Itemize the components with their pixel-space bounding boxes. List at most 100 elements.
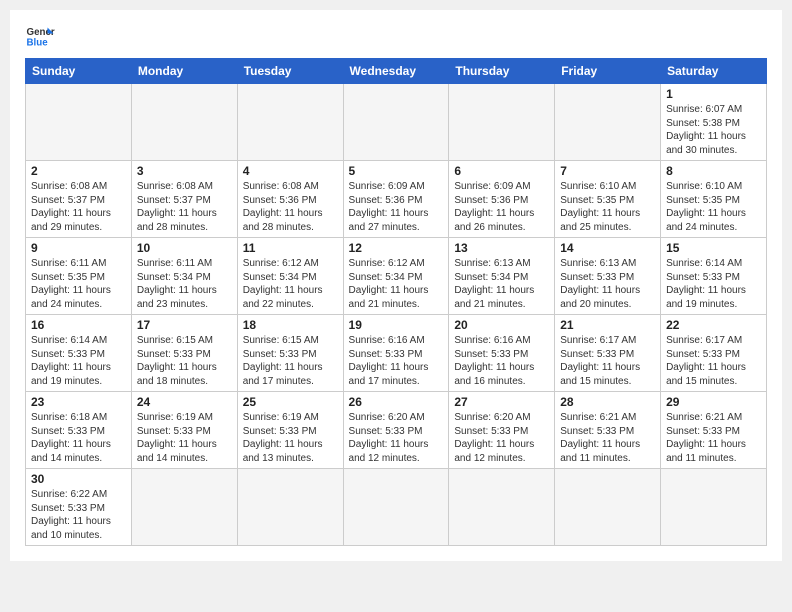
calendar-cell: 25Sunrise: 6:19 AMSunset: 5:33 PMDayligh… [237, 392, 343, 469]
day-info: Sunrise: 6:13 AMSunset: 5:33 PMDaylight:… [560, 257, 655, 311]
day-number: 28 [560, 395, 655, 409]
day-info: Sunrise: 6:12 AMSunset: 5:34 PMDaylight:… [349, 257, 444, 311]
day-info: Sunrise: 6:17 AMSunset: 5:33 PMDaylight:… [560, 334, 655, 388]
day-info: Sunrise: 6:09 AMSunset: 5:36 PMDaylight:… [454, 180, 549, 234]
weekday-tuesday: Tuesday [237, 59, 343, 84]
day-number: 4 [243, 164, 338, 178]
calendar-cell: 12 Sunrise: 6:12 AMSunset: 5:34 PMDayligh… [343, 238, 449, 315]
calendar-cell: 24 Sunrise: 6:19 AMSunset: 5:33 PMDayligh… [131, 392, 237, 469]
calendar-cell: 8Sunrise: 6:10 AMSunset: 5:35 PMDaylight… [661, 161, 767, 238]
calendar-cell: 20 Sunrise: 6:16 AMSunset: 5:33 PMDayligh… [449, 315, 555, 392]
calendar-cell: 30 Sunrise: 6:22 AMSunset: 5:33 PMDayligh… [26, 469, 132, 546]
calendar-cell [449, 84, 555, 161]
calendar-cell [131, 469, 237, 546]
calendar-cell [237, 84, 343, 161]
day-info: Sunrise: 6:16 AMSunset: 5:33 PMDaylight:… [349, 334, 444, 388]
calendar-cell [343, 84, 449, 161]
calendar-row: 16 Sunrise: 6:14 AMSunset: 5:33 PMDayligh… [26, 315, 767, 392]
day-info: Sunrise: 6:07 AMSunset: 5:38 PMDaylight:… [666, 103, 761, 157]
day-info: Sunrise: 6:21 AMSunset: 5:33 PMDaylight:… [560, 411, 655, 465]
calendar-cell: 18 Sunrise: 6:15 AMSunset: 5:33 PMDayligh… [237, 315, 343, 392]
day-number: 14 [560, 241, 655, 255]
calendar-cell: 2 Sunrise: 6:08 AMSunset: 5:37 PMDaylight… [26, 161, 132, 238]
day-info: Sunrise: 6:15 AMSunset: 5:33 PMDaylight:… [137, 334, 232, 388]
day-number: 22 [666, 318, 761, 332]
day-info: Sunrise: 6:17 AMSunset: 5:33 PMDaylight:… [666, 334, 761, 388]
page: General Blue SundayMondayTuesdayWednesda… [10, 10, 782, 561]
day-info: Sunrise: 6:11 AMSunset: 5:34 PMDaylight:… [137, 257, 232, 311]
day-number: 6 [454, 164, 549, 178]
logo: General Blue [25, 20, 55, 50]
calendar-row: 23 Sunrise: 6:18 AMSunset: 5:33 PMDayligh… [26, 392, 767, 469]
calendar-cell [343, 469, 449, 546]
svg-text:Blue: Blue [27, 38, 49, 49]
calendar-cell [555, 84, 661, 161]
calendar-cell [131, 84, 237, 161]
day-number: 19 [349, 318, 444, 332]
calendar-cell: 21Sunrise: 6:17 AMSunset: 5:33 PMDayligh… [555, 315, 661, 392]
calendar-cell: 26Sunrise: 6:20 AMSunset: 5:33 PMDayligh… [343, 392, 449, 469]
day-info: Sunrise: 6:10 AMSunset: 5:35 PMDaylight:… [560, 180, 655, 234]
day-number: 24 [137, 395, 232, 409]
day-number: 30 [31, 472, 126, 486]
calendar-cell: 22 Sunrise: 6:17 AMSunset: 5:33 PMDayligh… [661, 315, 767, 392]
weekday-thursday: Thursday [449, 59, 555, 84]
day-number: 16 [31, 318, 126, 332]
weekday-sunday: Sunday [26, 59, 132, 84]
calendar-cell [661, 469, 767, 546]
calendar-cell [26, 84, 132, 161]
day-info: Sunrise: 6:12 AMSunset: 5:34 PMDaylight:… [243, 257, 338, 311]
day-number: 3 [137, 164, 232, 178]
calendar-cell: 6 Sunrise: 6:09 AMSunset: 5:36 PMDaylight… [449, 161, 555, 238]
day-info: Sunrise: 6:19 AMSunset: 5:33 PMDaylight:… [243, 411, 338, 465]
day-info: Sunrise: 6:11 AMSunset: 5:35 PMDaylight:… [31, 257, 126, 311]
calendar-cell: 23 Sunrise: 6:18 AMSunset: 5:33 PMDayligh… [26, 392, 132, 469]
day-info: Sunrise: 6:14 AMSunset: 5:33 PMDaylight:… [31, 334, 126, 388]
day-number: 1 [666, 87, 761, 101]
day-number: 7 [560, 164, 655, 178]
day-number: 23 [31, 395, 126, 409]
day-info: Sunrise: 6:20 AMSunset: 5:33 PMDaylight:… [454, 411, 549, 465]
day-number: 26 [349, 395, 444, 409]
weekday-monday: Monday [131, 59, 237, 84]
day-number: 2 [31, 164, 126, 178]
day-info: Sunrise: 6:22 AMSunset: 5:33 PMDaylight:… [31, 488, 126, 542]
calendar-cell: 29Sunrise: 6:21 AMSunset: 5:33 PMDayligh… [661, 392, 767, 469]
generalblue-icon: General Blue [25, 20, 55, 50]
day-info: Sunrise: 6:08 AMSunset: 5:37 PMDaylight:… [31, 180, 126, 234]
calendar-cell [555, 469, 661, 546]
day-info: Sunrise: 6:18 AMSunset: 5:33 PMDaylight:… [31, 411, 126, 465]
day-info: Sunrise: 6:15 AMSunset: 5:33 PMDaylight:… [243, 334, 338, 388]
day-info: Sunrise: 6:10 AMSunset: 5:35 PMDaylight:… [666, 180, 761, 234]
calendar-cell: 11 Sunrise: 6:12 AMSunset: 5:34 PMDayligh… [237, 238, 343, 315]
day-number: 9 [31, 241, 126, 255]
calendar-cell: 19 Sunrise: 6:16 AMSunset: 5:33 PMDayligh… [343, 315, 449, 392]
calendar-cell: 15Sunrise: 6:14 AMSunset: 5:33 PMDayligh… [661, 238, 767, 315]
calendar-cell: 5 Sunrise: 6:09 AMSunset: 5:36 PMDaylight… [343, 161, 449, 238]
weekday-header-row: SundayMondayTuesdayWednesdayThursdayFrid… [26, 59, 767, 84]
calendar-cell: 9 Sunrise: 6:11 AMSunset: 5:35 PMDaylight… [26, 238, 132, 315]
calendar-cell: 4Sunrise: 6:08 AMSunset: 5:36 PMDaylight… [237, 161, 343, 238]
calendar-cell: 13Sunrise: 6:13 AMSunset: 5:34 PMDayligh… [449, 238, 555, 315]
header: General Blue [25, 20, 767, 50]
calendar-cell: 1 Sunrise: 6:07 AMSunset: 5:38 PMDaylight… [661, 84, 767, 161]
day-number: 27 [454, 395, 549, 409]
calendar-cell: 7 Sunrise: 6:10 AMSunset: 5:35 PMDaylight… [555, 161, 661, 238]
day-info: Sunrise: 6:19 AMSunset: 5:33 PMDaylight:… [137, 411, 232, 465]
day-info: Sunrise: 6:09 AMSunset: 5:36 PMDaylight:… [349, 180, 444, 234]
calendar-table: SundayMondayTuesdayWednesdayThursdayFrid… [25, 58, 767, 546]
calendar-row: 9 Sunrise: 6:11 AMSunset: 5:35 PMDaylight… [26, 238, 767, 315]
day-number: 12 [349, 241, 444, 255]
day-number: 20 [454, 318, 549, 332]
day-number: 11 [243, 241, 338, 255]
day-number: 13 [454, 241, 549, 255]
day-number: 10 [137, 241, 232, 255]
weekday-wednesday: Wednesday [343, 59, 449, 84]
calendar-row: 30 Sunrise: 6:22 AMSunset: 5:33 PMDayligh… [26, 469, 767, 546]
day-info: Sunrise: 6:16 AMSunset: 5:33 PMDaylight:… [454, 334, 549, 388]
day-number: 5 [349, 164, 444, 178]
day-number: 18 [243, 318, 338, 332]
calendar-cell: 28 Sunrise: 6:21 AMSunset: 5:33 PMDayligh… [555, 392, 661, 469]
calendar-row: 1 Sunrise: 6:07 AMSunset: 5:38 PMDaylight… [26, 84, 767, 161]
calendar-cell: 14 Sunrise: 6:13 AMSunset: 5:33 PMDayligh… [555, 238, 661, 315]
